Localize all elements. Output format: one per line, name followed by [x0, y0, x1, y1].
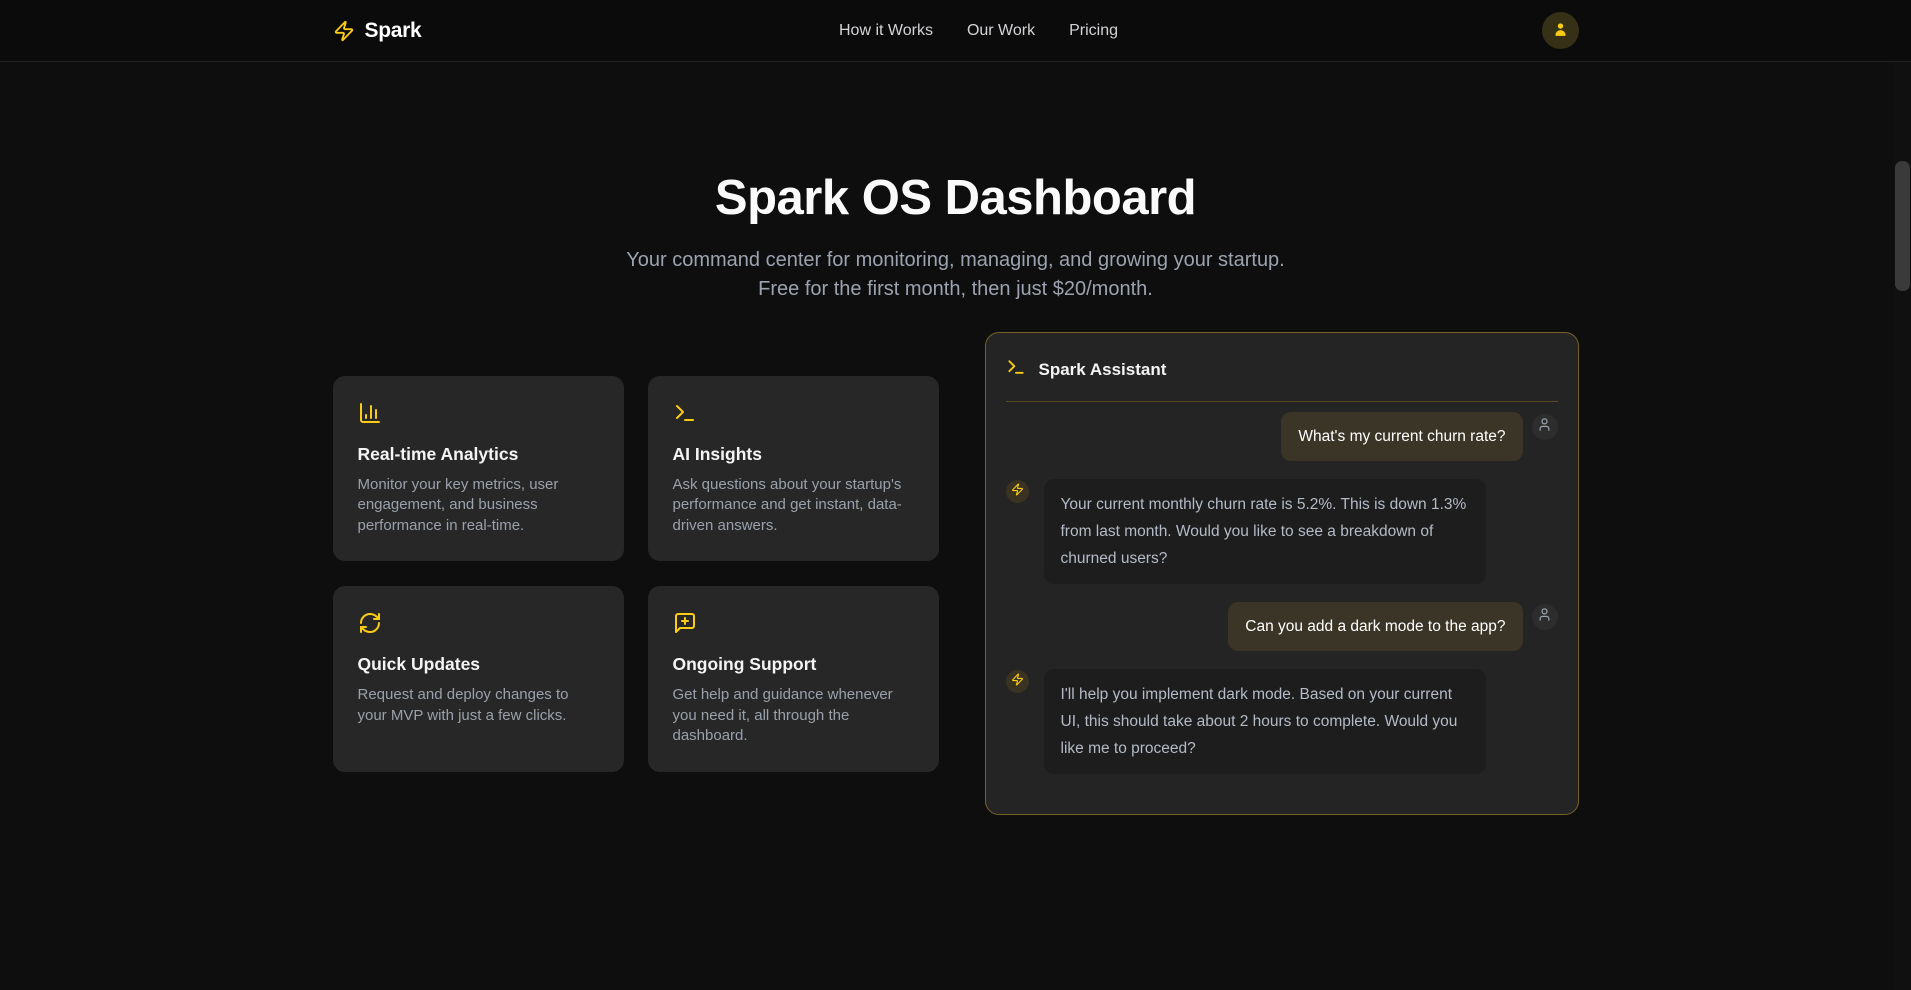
terminal-icon [673, 401, 914, 425]
chat-message-assistant: Your current monthly churn rate is 5.2%.… [1006, 479, 1558, 584]
feature-description: Ask questions about your startup's perfo… [673, 475, 914, 537]
user-icon [1537, 417, 1552, 437]
bar-chart-icon [358, 401, 599, 425]
chat-message-user: What's my current churn rate? [1006, 412, 1558, 461]
chat-message-assistant: I'll help you implement dark mode. Based… [1006, 669, 1558, 774]
user-icon [1537, 607, 1552, 627]
nav-link-how-it-works[interactable]: How it Works [839, 22, 933, 40]
refresh-icon [358, 611, 599, 635]
feature-description: Get help and guidance whenever you need … [673, 685, 914, 747]
nav-link-pricing[interactable]: Pricing [1069, 22, 1118, 40]
feature-title: Quick Updates [358, 654, 599, 675]
content-row: Real-time Analytics Monitor your key met… [333, 332, 1579, 815]
assistant-panel-title: Spark Assistant [1039, 360, 1167, 380]
feature-grid: Real-time Analytics Monitor your key met… [333, 376, 939, 772]
page-title: Spark OS Dashboard [0, 174, 1911, 223]
navbar: Spark How it Works Our Work Pricing [0, 0, 1911, 62]
assistant-message-bubble: I'll help you implement dark mode. Based… [1044, 669, 1486, 774]
terminal-icon [1006, 357, 1026, 382]
scrollbar-thumb[interactable] [1895, 161, 1910, 291]
account-avatar-button[interactable] [1542, 12, 1579, 49]
user-message-bubble: Can you add a dark mode to the app? [1228, 602, 1522, 651]
assistant-avatar [1006, 480, 1029, 503]
nav-links: How it Works Our Work Pricing [839, 22, 1118, 40]
assistant-avatar [1006, 670, 1029, 693]
feature-title: Real-time Analytics [358, 444, 599, 465]
logo[interactable]: Spark [333, 19, 422, 43]
chat-messages: What's my current churn rate? [1006, 412, 1558, 774]
feature-title: AI Insights [673, 444, 914, 465]
zap-icon [1011, 483, 1024, 501]
feature-card-ai-insights[interactable]: AI Insights Ask questions about your sta… [648, 376, 939, 562]
feature-description: Request and deploy changes to your MVP w… [358, 685, 599, 726]
feature-card-realtime-analytics[interactable]: Real-time Analytics Monitor your key met… [333, 376, 624, 562]
feature-card-quick-updates[interactable]: Quick Updates Request and deploy changes… [333, 586, 624, 772]
spark-assistant-panel: Spark Assistant What's my current churn … [985, 332, 1579, 815]
zap-icon [1011, 673, 1024, 691]
zap-icon [333, 20, 355, 42]
hero-section: Spark OS Dashboard Your command center f… [0, 174, 1911, 304]
logo-text: Spark [365, 19, 422, 43]
page-subtitle: Your command center for monitoring, mana… [611, 246, 1301, 304]
feature-description: Monitor your key metrics, user engagemen… [358, 475, 599, 537]
assistant-panel-header: Spark Assistant [1006, 357, 1558, 382]
chat-message-user: Can you add a dark mode to the app? [1006, 602, 1558, 651]
feature-title: Ongoing Support [673, 654, 914, 675]
message-square-plus-icon [673, 611, 914, 635]
user-icon [1551, 20, 1570, 42]
feature-card-ongoing-support[interactable]: Ongoing Support Get help and guidance wh… [648, 586, 939, 772]
user-avatar [1532, 414, 1558, 440]
nav-link-our-work[interactable]: Our Work [967, 22, 1035, 40]
user-message-bubble: What's my current churn rate? [1281, 412, 1522, 461]
panel-divider [1006, 401, 1558, 402]
navbar-inner: Spark How it Works Our Work Pricing [333, 0, 1579, 61]
user-avatar [1532, 604, 1558, 630]
assistant-message-bubble: Your current monthly churn rate is 5.2%.… [1044, 479, 1486, 584]
